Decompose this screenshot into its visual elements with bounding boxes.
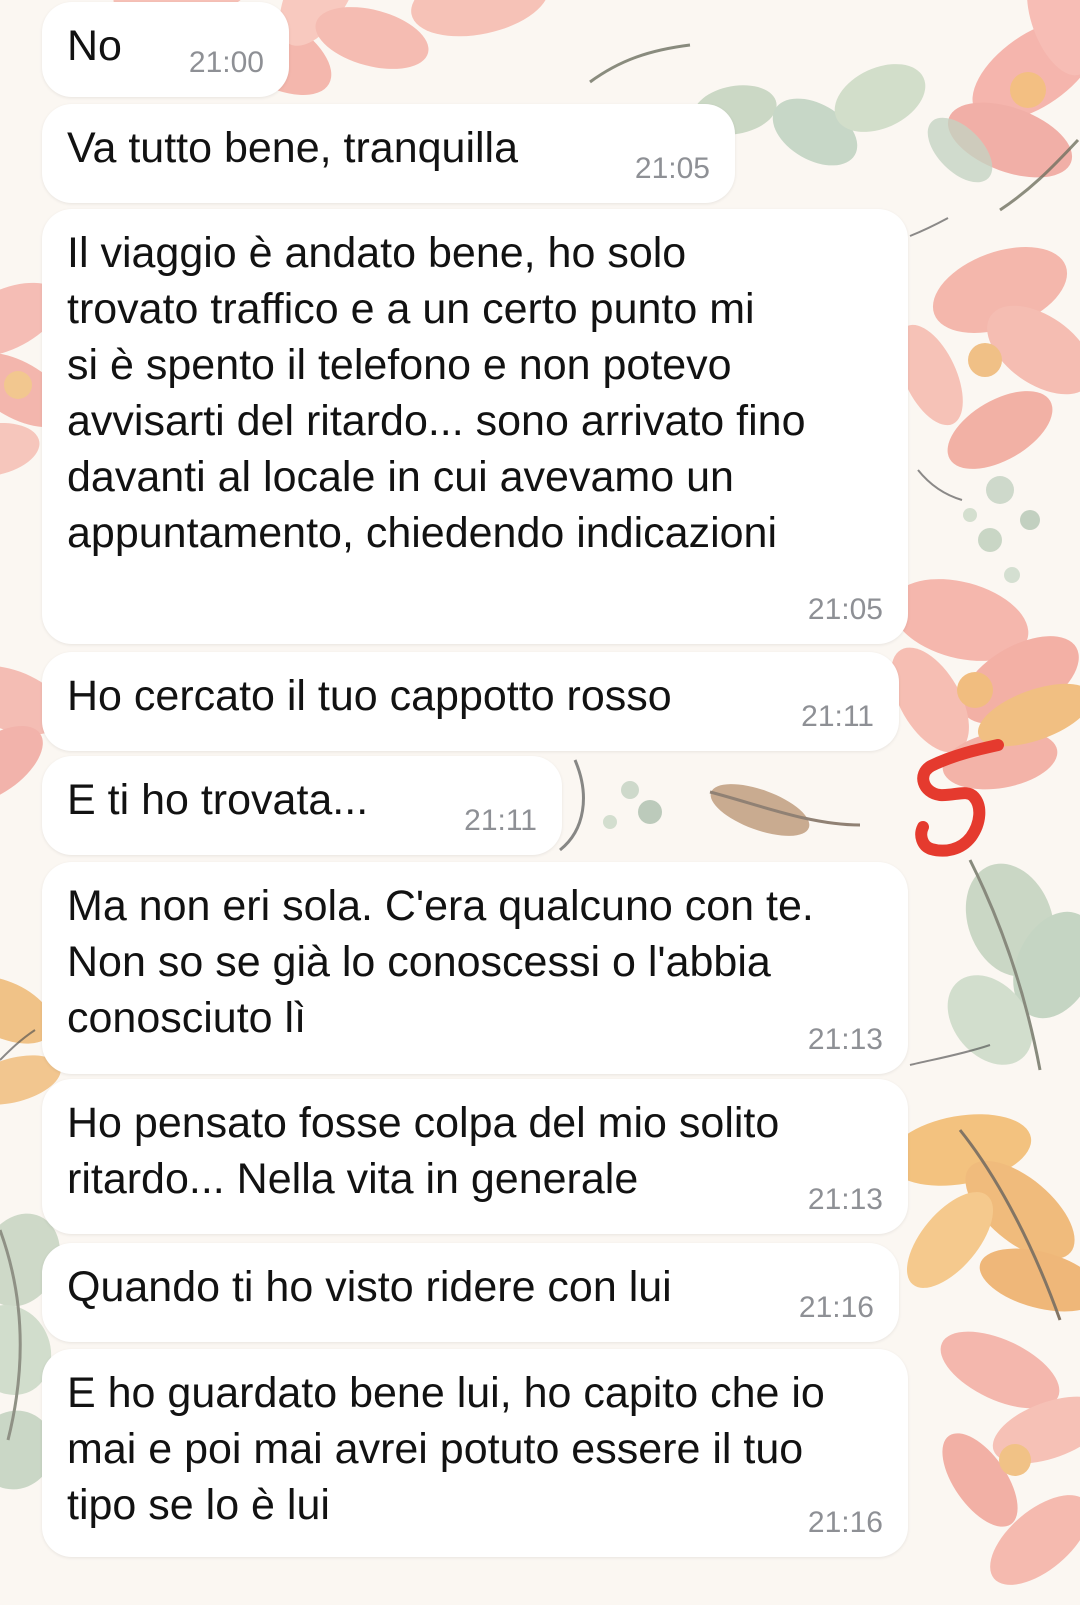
message-bubble[interactable]: E ti ho trovata... 21:11 (42, 756, 562, 855)
message-time: 21:16 (798, 1291, 874, 1324)
message-time: 21:16 (807, 1506, 883, 1539)
message-time: 21:13 (807, 1183, 883, 1216)
message-bubble[interactable]: Ma non eri sola. C'era qualcuno con te. … (42, 862, 908, 1074)
message-text: E ti ho trovata... (67, 776, 369, 824)
message-text: Ma non eri sola. C'era qualcuno con te. … (67, 882, 814, 1042)
message-time: 21:05 (634, 152, 710, 185)
handwritten-number-five-annotation: 5 (905, 735, 1015, 875)
red-number-five-stroke (915, 739, 1004, 857)
message-bubble[interactable]: Ho pensato fosse colpa del mio solito ri… (42, 1079, 908, 1234)
message-text: Ho cercato il tuo cappotto rosso (67, 672, 672, 720)
message-time: 21:05 (807, 593, 883, 626)
message-text: Quando ti ho visto ridere con lui (67, 1263, 672, 1311)
message-time: 21:00 (188, 46, 264, 79)
message-bubble[interactable]: Va tutto bene, tranquilla 21:05 (42, 104, 735, 203)
message-text: Il viaggio è andato bene, ho solo trovat… (67, 229, 806, 557)
message-text: Ho pensato fosse colpa del mio solito ri… (67, 1099, 780, 1203)
message-bubble[interactable]: Il viaggio è andato bene, ho solo trovat… (42, 209, 908, 644)
message-time: 21:11 (801, 700, 874, 733)
message-time: 21:11 (464, 804, 537, 837)
message-time: 21:13 (807, 1023, 883, 1056)
message-bubble[interactable]: E ho guardato bene lui, ho capito che io… (42, 1349, 908, 1557)
message-text: No (67, 22, 122, 70)
message-bubble[interactable]: Ho cercato il tuo cappotto rosso 21:11 (42, 652, 899, 751)
message-bubble[interactable]: No 21:00 (42, 2, 289, 97)
message-bubble[interactable]: Quando ti ho visto ridere con lui 21:16 (42, 1243, 899, 1342)
message-text: Va tutto bene, tranquilla (67, 124, 519, 172)
message-text: E ho guardato bene lui, ho capito che io… (67, 1369, 825, 1529)
